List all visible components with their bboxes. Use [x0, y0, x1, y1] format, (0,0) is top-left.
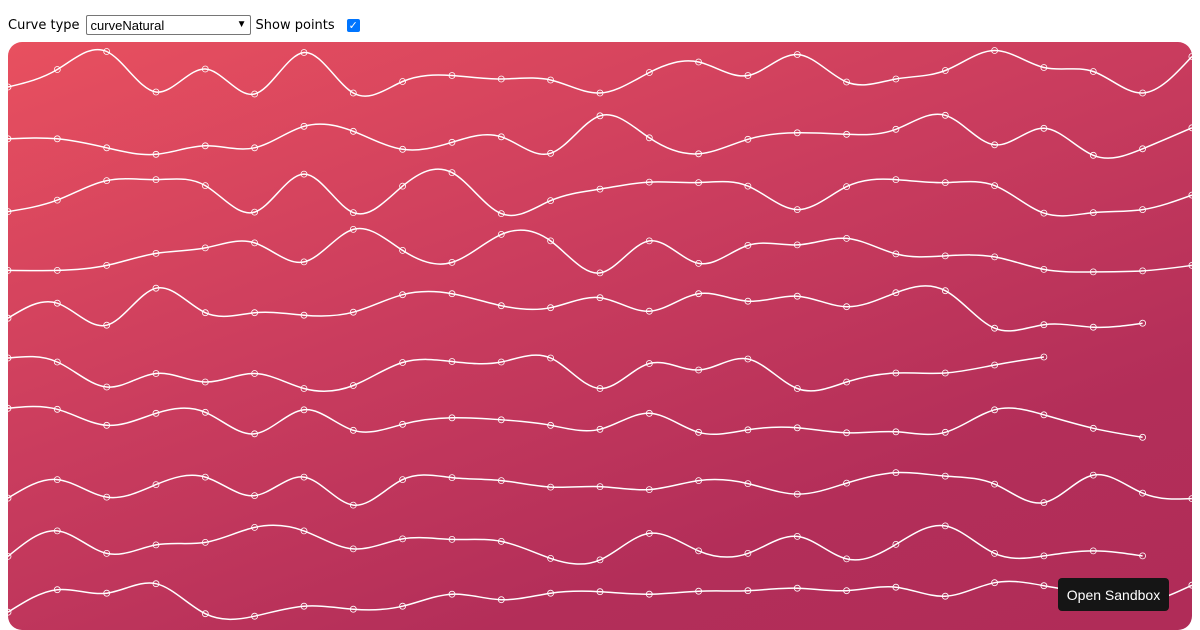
curve-type-value: curveNatural	[90, 17, 165, 33]
curve-line-1	[8, 48, 1192, 97]
curve-type-label: Curve type	[8, 17, 80, 33]
show-points-label: Show points	[255, 17, 335, 33]
curve-line-4	[8, 227, 1192, 274]
curve-line-7	[8, 405, 1143, 439]
chevron-down-icon: ▼	[236, 19, 247, 30]
curve-line-5	[8, 285, 1143, 332]
show-points-checkbox[interactable]: ✓	[346, 18, 360, 32]
curve-type-select[interactable]: curveNatural ▼	[85, 15, 251, 35]
curve-line-9	[8, 524, 1143, 565]
curve-line-8	[8, 471, 1192, 506]
curve-line-6	[8, 354, 1045, 392]
controls-bar: Curve type curveNatural ▼ Show points ✓	[8, 14, 360, 36]
curves-canvas: Open Sandbox	[8, 42, 1192, 630]
open-sandbox-button[interactable]: Open Sandbox	[1058, 578, 1169, 611]
curve-line-2	[8, 113, 1192, 159]
curve-line-10	[8, 580, 1192, 621]
checkmark-icon: ✓	[348, 18, 358, 32]
curves-plot	[8, 47, 1192, 621]
